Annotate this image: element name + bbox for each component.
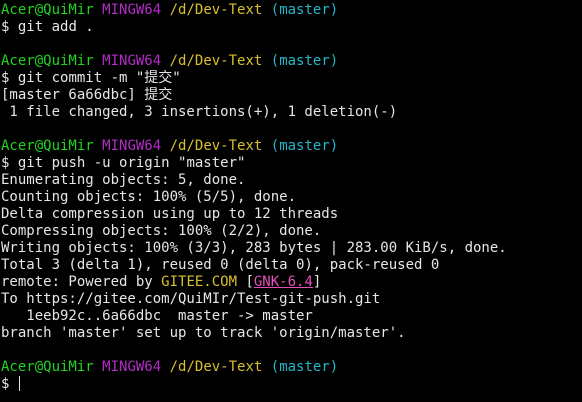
output-line: To https://gitee.com/QuiMIr/Test-git-pus… xyxy=(1,291,381,307)
prompt-path: /d/Dev-Text xyxy=(169,359,263,375)
prompt-branch: (master) xyxy=(270,2,339,18)
command-text: git add . xyxy=(17,19,94,35)
prompt-user-host: Acer@QuiMir xyxy=(1,138,94,154)
active-command-line[interactable]: $ xyxy=(1,376,582,393)
remote-prefix: remote: Powered by xyxy=(1,274,162,290)
prompt-user-host: Acer@QuiMir xyxy=(1,53,94,69)
prompt-branch: (master) xyxy=(270,359,339,375)
prompt-symbol: $ xyxy=(1,376,10,392)
command-line: $ git commit -m "提交" xyxy=(1,70,582,87)
output-line: Compressing objects: 100% (2/2), done. xyxy=(1,223,322,239)
output-line: Counting objects: 100% (5/5), done. xyxy=(1,189,297,205)
prompt-user-host: Acer@QuiMir xyxy=(1,359,94,375)
output-line: [master 6a66dbc] 提交 xyxy=(1,87,173,103)
output-line: Delta compression using up to 12 threads xyxy=(1,206,339,222)
command-line: $ git add . xyxy=(1,19,582,36)
prompt-symbol: $ xyxy=(1,155,10,171)
output-line: branch 'master' set up to track 'origin/… xyxy=(1,325,406,341)
prompt-line: Acer@QuiMir MINGW64 /d/Dev-Text (master) xyxy=(1,138,582,155)
output-line: Total 3 (delta 1), reused 0 (delta 0), p… xyxy=(1,257,440,273)
prompt-path: /d/Dev-Text xyxy=(169,53,263,69)
command-text: git commit -m "提交" xyxy=(17,70,181,86)
prompt-msys: MINGW64 xyxy=(102,138,162,154)
prompt-msys: MINGW64 xyxy=(102,359,162,375)
prompt-line: Acer@QuiMir MINGW64 /d/Dev-Text (master) xyxy=(1,359,582,376)
remote-open-bracket: [ xyxy=(237,274,254,290)
prompt-path: /d/Dev-Text xyxy=(169,2,263,18)
prompt-user-host: Acer@QuiMir xyxy=(1,2,94,18)
prompt-symbol: $ xyxy=(1,19,10,35)
prompt-branch: (master) xyxy=(270,138,339,154)
text-cursor xyxy=(18,376,20,391)
output-line: Writing objects: 100% (3/3), 283 bytes |… xyxy=(1,240,507,256)
prompt-branch: (master) xyxy=(270,53,339,69)
terminal-window[interactable]: Acer@QuiMir MINGW64 /d/Dev-Text (master)… xyxy=(0,0,582,402)
prompt-symbol: $ xyxy=(1,70,10,86)
prompt-path: /d/Dev-Text xyxy=(169,138,263,154)
prompt-line: Acer@QuiMir MINGW64 /d/Dev-Text (master) xyxy=(1,2,582,19)
gnk-version-link[interactable]: GNK-6.4 xyxy=(254,274,313,290)
command-text: git push -u origin "master" xyxy=(17,155,246,171)
output-line: 1eeb92c..6a66dbc master -> master xyxy=(1,308,313,324)
remote-close-bracket: ] xyxy=(312,274,322,290)
prompt-msys: MINGW64 xyxy=(102,2,162,18)
output-line: 1 file changed, 3 insertions(+), 1 delet… xyxy=(1,104,398,120)
remote-line: remote: Powered by GITEE.COM [GNK-6.4] xyxy=(1,274,582,291)
prompt-line: Acer@QuiMir MINGW64 /d/Dev-Text (master) xyxy=(1,53,582,70)
prompt-msys: MINGW64 xyxy=(102,53,162,69)
command-line: $ git push -u origin "master" xyxy=(1,155,582,172)
gitee-site: GITEE.COM xyxy=(161,274,238,290)
output-line: Enumerating objects: 5, done. xyxy=(1,172,246,188)
